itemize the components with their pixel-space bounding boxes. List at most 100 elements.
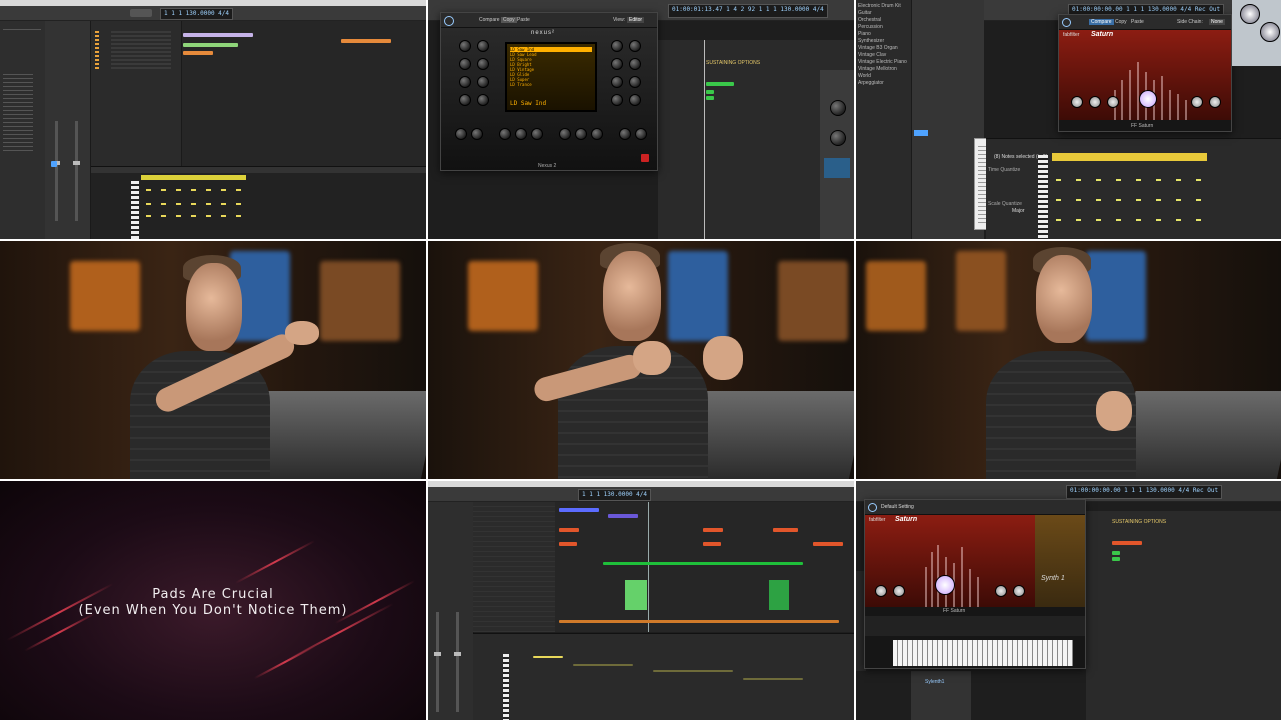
paste-button[interactable]: Paste <box>517 17 530 23</box>
scale-quantize-label: Scale Quantize <box>988 201 1022 207</box>
saturn-display[interactable]: fabfilter Saturn <box>865 515 1035 607</box>
keyboard[interactable] <box>893 640 1073 666</box>
piano-roll[interactable] <box>91 166 426 239</box>
transport-controls[interactable] <box>130 9 152 17</box>
saturn-logo: Saturn <box>1091 31 1114 38</box>
volume-fader-2[interactable] <box>73 121 80 221</box>
library-browser: Electronic Drum Kit Guitar Orchestral Pe… <box>856 0 912 239</box>
power-icon[interactable] <box>1062 18 1071 27</box>
title-card: Pads Are Crucial (Even When You Don't No… <box>0 481 426 720</box>
fabfilter-brand: fabfilter <box>1063 32 1080 38</box>
track-region-label: SUSTAINING OPTIONS <box>1112 519 1167 525</box>
side-chain-label: Side Chain: <box>1177 19 1203 25</box>
plugin-header: Default Setting <box>865 500 1085 515</box>
channel-strip-plugins <box>820 70 854 239</box>
plugin-name-footer: FF Saturn <box>943 608 966 614</box>
instrument-slot[interactable]: Sylenth1 <box>925 679 944 685</box>
lcd-display: 1 1 1 130.0000 4/4 <box>160 8 234 20</box>
piano-roll-region[interactable] <box>141 175 246 180</box>
panel-nexus-plugin: 01:00:01:13.47 1 4 2 92 1 1 1 130.0000 4… <box>428 0 854 239</box>
browser-item[interactable]: Vintage Mellotron <box>858 66 897 72</box>
control-bar: 1 1 1 130.0000 4/4 <box>428 487 854 502</box>
volume-fader-2[interactable] <box>454 612 461 712</box>
volume-fader[interactable] <box>434 612 441 712</box>
mixing-console <box>1116 391 1281 479</box>
piano-keys[interactable] <box>503 654 509 720</box>
browser-item[interactable]: Vintage Electric Piano <box>858 59 907 65</box>
browser-item[interactable]: Percussion <box>858 24 883 30</box>
panel-saturn-sylenth: 01:00:00:00.00 1 1 1 130.0000 4/4 Rec Ou… <box>856 481 1281 720</box>
saturn-plugin-window[interactable]: Compare Copy Paste Side Chain: None fabf… <box>1058 14 1232 132</box>
browser-item[interactable]: Synthesizer <box>858 38 884 44</box>
view-select[interactable]: Editor <box>627 17 645 23</box>
plugin-name-footer: FF Saturn <box>1131 123 1154 129</box>
time-quantize-label: Time Quantize <box>988 167 1021 173</box>
tracks-area <box>473 502 854 632</box>
power-icon[interactable] <box>868 503 877 512</box>
track-headers[interactable] <box>473 502 555 632</box>
video-still-1 <box>0 241 426 479</box>
compare-button[interactable]: Compare <box>479 17 500 23</box>
sylenth-panel: Synth 1 <box>1035 515 1085 607</box>
title-line-2: (Even When You Don't Notice Them) <box>78 603 348 618</box>
title-line-1: Pads Are Crucial <box>152 587 274 602</box>
browser-item[interactable]: Vintage B3 Organ <box>858 45 898 51</box>
copy-button[interactable]: Copy <box>501 17 517 23</box>
library-list[interactable] <box>3 71 33 151</box>
plugin-header: Compare Copy Paste View: Editor <box>441 13 657 28</box>
saturn-logo: Saturn <box>895 516 918 523</box>
plugin-knobs-side <box>1232 0 1281 66</box>
piano-keys[interactable] <box>1038 155 1048 239</box>
saturn-display[interactable]: fabfilter Saturn <box>1059 30 1231 120</box>
preset-name-display: LD Saw Ind <box>510 100 547 107</box>
preset-list[interactable]: LD Saw Ind LD Saw Lead LD Square LD Brig… <box>510 47 592 87</box>
lcd-display: 1 1 1 130.0000 4/4 <box>578 489 652 501</box>
tracks-area <box>91 21 426 166</box>
track-headers[interactable] <box>91 21 182 166</box>
inspector <box>428 502 474 720</box>
volume-fader[interactable] <box>53 121 60 221</box>
control-bar: 1 1 1 130.0000 4/4 <box>0 6 426 21</box>
nexus-plugin-window[interactable]: Compare Copy Paste View: Editor nexus² L… <box>440 12 658 171</box>
side-chain-select[interactable]: None <box>1209 19 1225 25</box>
piano-roll[interactable]: (8) Notes selected (in 2) Time Quantize … <box>986 138 1281 239</box>
browser-item[interactable]: Guitar <box>858 10 872 16</box>
view-label: View: <box>613 17 626 23</box>
read-button[interactable] <box>51 161 57 167</box>
saturn-plugin-window[interactable]: Default Setting fabfilter Saturn Synth 1… <box>864 499 1086 669</box>
plugin-name-footer: Nexus 2 <box>538 163 557 169</box>
preset-select[interactable]: Default Setting <box>881 504 914 510</box>
selected-region[interactable] <box>625 580 647 610</box>
browser-item[interactable]: Vintage Clav <box>858 52 886 58</box>
browser-item[interactable]: Arpeggiator <box>858 80 884 86</box>
channel-strip: Sylenth1 <box>911 671 971 720</box>
compare-button[interactable]: Compare <box>1089 19 1114 25</box>
plugin-header: Compare Copy Paste Side Chain: None <box>1059 15 1231 30</box>
fabfilter-brand: fabfilter <box>869 517 886 523</box>
sylenth-controls <box>865 616 1085 636</box>
nexus-logo: nexus² <box>531 30 556 36</box>
browser-item[interactable]: Orchestral <box>858 17 881 23</box>
scale-select[interactable]: Major <box>1012 208 1025 214</box>
preset-item[interactable]: LD Trance <box>510 82 592 87</box>
panel-logic-arrange-1: 1 1 1 130.0000 4/4 <box>0 0 426 239</box>
panel-saturn-plugin: 01:00:00:00.00 1 1 1 130.0000 4/4 Rec Ou… <box>856 0 1281 239</box>
lcd-display: 01:00:01:13.47 1 4 2 92 1 1 1 130.0000 4… <box>668 4 828 18</box>
browser-item[interactable]: World <box>858 73 871 79</box>
lcd-display: 01:00:00:00.00 1 1 1 130.0000 4/4 Rec Ou… <box>1066 485 1223 499</box>
preset-browser-screen[interactable]: LD Saw Ind LD Saw Lead LD Square LD Brig… <box>505 42 597 112</box>
synth-name: Synth 1 <box>1041 575 1065 582</box>
piano-roll-region[interactable] <box>1052 153 1207 161</box>
browser-item[interactable]: Piano <box>858 31 871 37</box>
paste-button[interactable]: Paste <box>1131 19 1144 25</box>
video-still-3 <box>856 241 1281 479</box>
inspector-channel-strip <box>45 21 91 239</box>
copy-button[interactable]: Copy <box>1115 19 1127 25</box>
piano-roll[interactable] <box>473 633 854 720</box>
nexus-badge-icon <box>641 154 649 162</box>
panel-logic-arrange-2: 1 1 1 130.0000 4/4 <box>428 481 854 720</box>
power-icon[interactable] <box>444 16 454 26</box>
nexus-body: nexus² LD Saw Ind LD Saw Lead LD Square … <box>441 28 657 170</box>
browser-item[interactable]: Electronic Drum Kit <box>858 3 901 9</box>
piano-keys[interactable] <box>131 181 139 239</box>
